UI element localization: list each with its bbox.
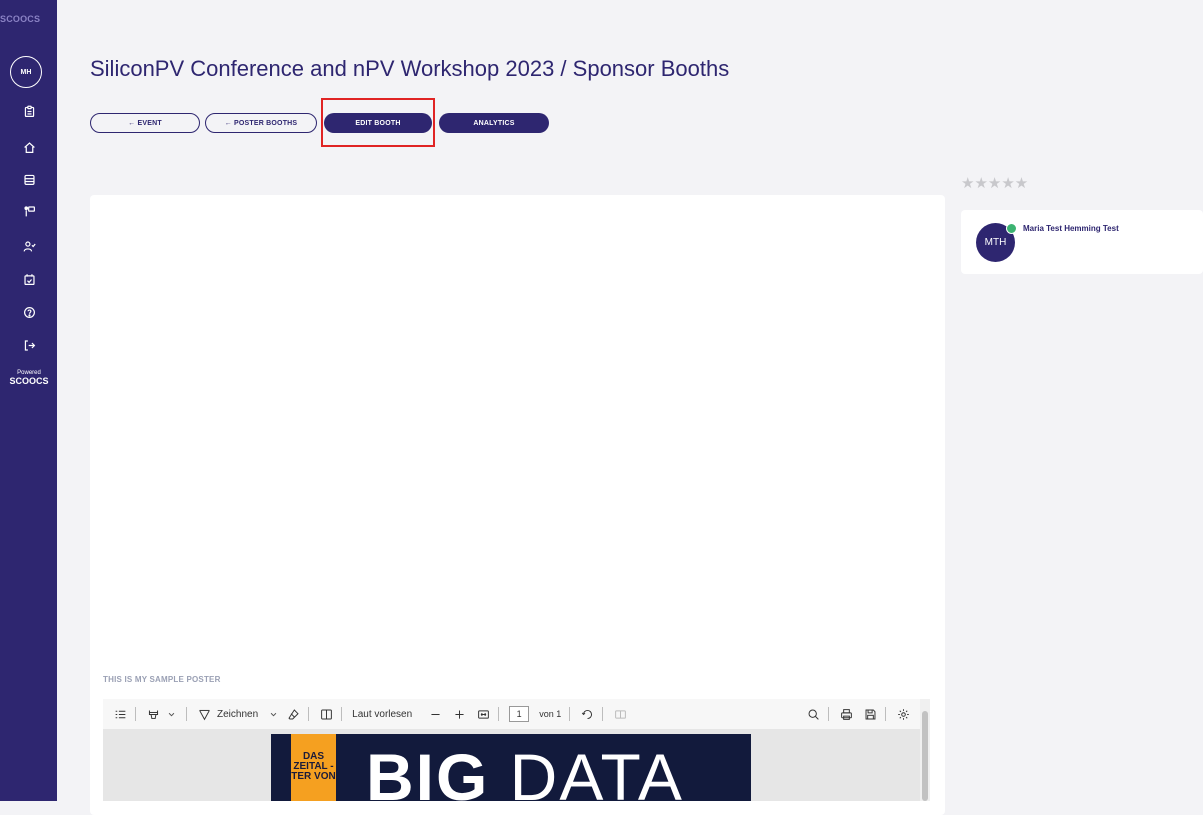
store-icon[interactable]	[22, 172, 36, 186]
poster-label: THIS IS MY SAMPLE POSTER	[103, 675, 221, 684]
calendar-check-icon[interactable]	[22, 272, 36, 286]
avatar[interactable]: MH	[10, 56, 42, 88]
pdf-toolbar: Zeichnen Laut vorlesen 1 von 1	[103, 699, 920, 730]
page-title: SiliconPV Conference and nPV Workshop 20…	[90, 56, 730, 81]
poster-title-light: DATA	[489, 740, 684, 801]
highlight-box	[321, 98, 435, 147]
settings-gear-icon[interactable]	[896, 707, 910, 721]
poster-preview: DAS ZEITAL -TER VON BIG DATA	[271, 734, 751, 801]
poster-booths-button[interactable]: ← POSTER BOOTHS	[205, 113, 317, 133]
print-icon[interactable]	[839, 707, 853, 721]
save-icon[interactable]	[863, 707, 877, 721]
chevron-down-icon[interactable]	[164, 707, 178, 721]
toc-icon[interactable]	[113, 707, 127, 721]
two-page-icon	[613, 707, 627, 721]
rating-stars[interactable]: ★★★★★	[961, 174, 1028, 192]
pdf-scrollbar[interactable]	[920, 699, 930, 801]
scrollbar-thumb[interactable]	[922, 711, 928, 801]
users-icon[interactable]	[22, 239, 36, 253]
sidebar: SCOOCS MH Powered SCOOCS	[0, 0, 57, 801]
event-button[interactable]: ← EVENT	[90, 113, 200, 133]
logout-icon[interactable]	[22, 338, 36, 352]
clipboard-icon[interactable]	[22, 104, 36, 118]
chevron-down-icon[interactable]	[266, 707, 280, 721]
poster-title-bold: BIG	[366, 740, 490, 801]
page-count: von 1	[539, 709, 562, 719]
read-aloud-label[interactable]: Laut vorlesen	[352, 709, 412, 720]
zoom-in-icon[interactable]	[452, 707, 466, 721]
rotate-icon[interactable]	[580, 707, 594, 721]
draw-label[interactable]: Zeichnen	[217, 709, 258, 720]
page-view-icon[interactable]	[319, 707, 333, 721]
presentation-icon[interactable]	[22, 204, 36, 218]
online-status-icon	[1006, 223, 1017, 234]
page-number-input[interactable]: 1	[509, 706, 530, 722]
powered-by: Powered SCOOCS	[4, 370, 54, 386]
draw-icon[interactable]	[197, 707, 211, 721]
eraser-icon[interactable]	[286, 707, 300, 721]
search-icon[interactable]	[806, 707, 820, 721]
powered-brand: SCOOCS	[9, 376, 49, 386]
fit-width-icon[interactable]	[476, 707, 490, 721]
zoom-out-icon[interactable]	[428, 707, 442, 721]
home-icon[interactable]	[22, 140, 36, 154]
sidebar-logo: SCOOCS	[0, 14, 41, 24]
user-name: Maria Test Hemming Test	[1023, 224, 1119, 233]
poster-strip: DAS ZEITAL -TER VON	[291, 734, 336, 801]
highlight-icon[interactable]	[146, 707, 160, 721]
poster-title: BIG DATA	[366, 744, 684, 801]
analytics-button[interactable]: ANALYTICS	[439, 113, 549, 133]
help-icon[interactable]	[22, 305, 36, 319]
